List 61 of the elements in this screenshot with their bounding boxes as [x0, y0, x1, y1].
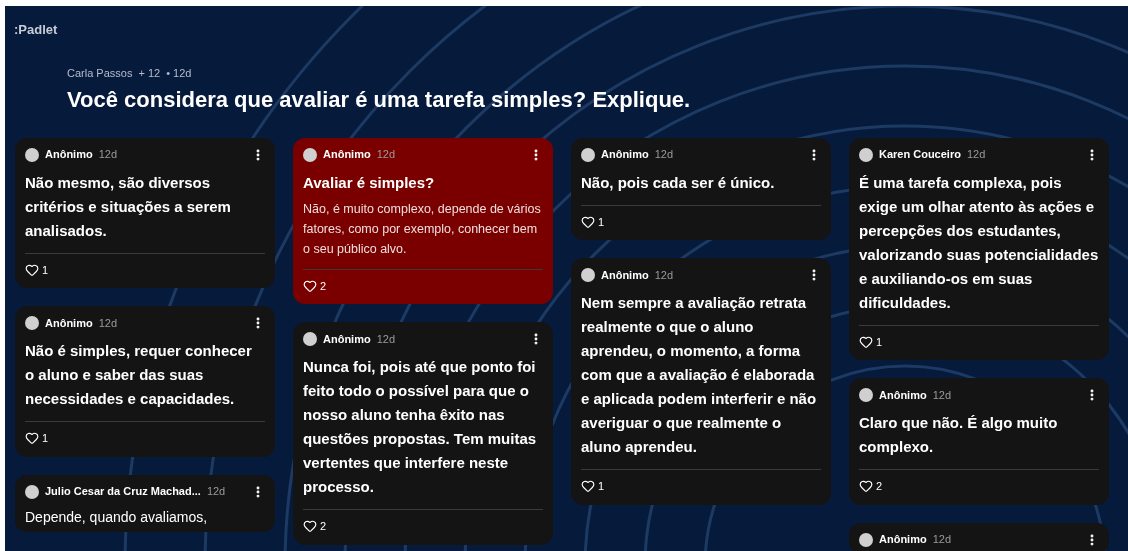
- avatar-icon: [303, 147, 317, 162]
- like-count: 2: [320, 519, 327, 534]
- heart-icon[interactable]: [25, 262, 39, 277]
- post-age: 12d: [98, 147, 118, 163]
- avatar-icon: [581, 147, 595, 162]
- post-age: 12d: [376, 147, 396, 163]
- post-title: Nunca foi, pois até que ponto foi feito todo o possível para que o nosso aluno tenha êxito nas questões propostas. Tem muitas vertentes que interfere neste processo.: [303, 357, 538, 497]
- post-title: Não mesmo, são diversos critérios e situações a serem analisados.: [25, 172, 232, 241]
- post-title: Claro que não. É algo muito complexo.: [859, 413, 1059, 457]
- avatar-icon: [859, 532, 873, 547]
- heart-icon[interactable]: [859, 334, 873, 349]
- author-name: Anônimo: [323, 147, 371, 163]
- avatar-icon: [859, 388, 873, 402]
- post-title: Não, pois cada ser é único.: [581, 172, 776, 193]
- post-age: 12d: [376, 331, 396, 347]
- post-age: 12d: [654, 267, 674, 283]
- heart-icon[interactable]: [581, 214, 595, 229]
- author-name: Anônimo: [601, 147, 649, 163]
- author-name: Anônimo: [879, 387, 927, 403]
- author-name: Anônimo: [45, 147, 93, 163]
- heart-icon[interactable]: [859, 479, 873, 494]
- board-title: Você considera que avaliar é uma tarefa simples? Explique.: [66, 85, 692, 114]
- like-count: 2: [876, 479, 883, 494]
- author-name: Julio Cesar da Cruz Machad...: [45, 484, 201, 500]
- like-count: 1: [598, 479, 605, 494]
- post-text: Depende, quando avaliamos,: [25, 507, 209, 527]
- like-count: 2: [320, 278, 327, 294]
- avatar-icon: [25, 147, 39, 162]
- post-title: Avaliar é simples?: [303, 172, 436, 193]
- post-age: 12d: [966, 147, 986, 163]
- board-age: • 12d: [166, 66, 192, 81]
- logo[interactable]: :Padlet: [14, 22, 58, 37]
- post-age: 12d: [932, 532, 952, 548]
- avatar-icon: [25, 316, 39, 330]
- heart-icon[interactable]: [581, 479, 595, 494]
- heart-icon[interactable]: [303, 278, 317, 293]
- avatar-icon: [859, 147, 873, 162]
- post-age: 12d: [654, 147, 674, 163]
- contributor-count: + 12: [138, 66, 161, 81]
- board-author: Carla Passos: [67, 66, 133, 81]
- like-count: 1: [876, 334, 883, 350]
- post-title: Nem sempre a avaliação retrata realmente o que o aluno aprendeu, o momento, a forma com que a avaliação é elaborada e aplicada podem interferir e não averiguar o que realmente o aluno aprendeu.: [581, 293, 818, 457]
- author-name: Karen Couceiro: [879, 147, 961, 163]
- like-count: 1: [42, 262, 49, 278]
- author-name: Anônimo: [45, 315, 93, 331]
- post-title: Não é simples, requer conhecer o aluno e saber das suas necessidades e capacidades.: [25, 341, 253, 409]
- post-age: 12d: [206, 484, 226, 500]
- post-age: 12d: [932, 387, 952, 403]
- heart-icon[interactable]: [25, 431, 39, 446]
- avatar-icon: [25, 484, 39, 499]
- post-age: 12d: [98, 315, 118, 331]
- like-count: 1: [42, 431, 49, 446]
- author-name: Anônimo: [323, 331, 371, 347]
- heart-icon[interactable]: [303, 519, 317, 534]
- avatar-icon: [581, 268, 595, 282]
- post-title: É uma tarefa complexa, pois exige um olhar atento às ações e percepções dos estudantes, valorizando suas potencialidades e auxiliando-os em suas dificuldades.: [859, 172, 1099, 313]
- post-body: Não, é muito complexo, depende de vários fatores, como por exemplo, conhecer bem o seu público alvo.: [303, 200, 542, 258]
- author-name: Anônimo: [879, 532, 927, 548]
- author-name: Anônimo: [601, 267, 649, 283]
- avatar-icon: [303, 332, 317, 346]
- like-count: 1: [598, 214, 605, 230]
